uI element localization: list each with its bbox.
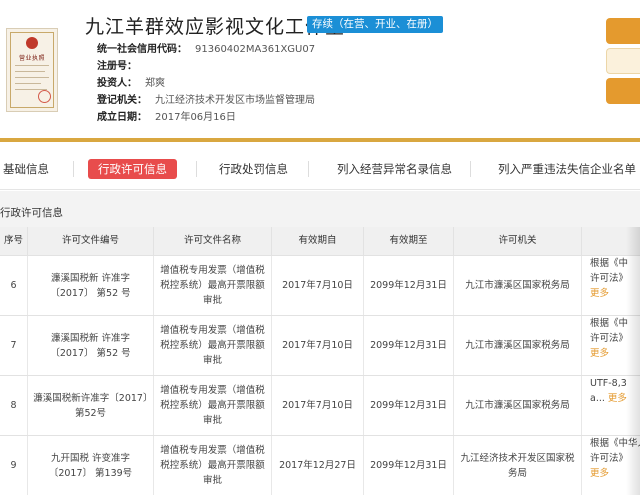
cell-no: 8	[0, 376, 28, 435]
col-header-to: 有效期至	[364, 227, 454, 255]
status-badge: 存续（在营、开业、在册）	[307, 16, 443, 33]
cell-no: 6	[0, 256, 28, 315]
cell-name: 增值税专用发票（增值税税控系统）最高开票限额审批	[154, 256, 272, 315]
cell-from: 2017年7月10日	[272, 316, 364, 375]
cell-to: 2099年12月31日	[364, 256, 454, 315]
cell-no: 9	[0, 436, 28, 495]
header-divider	[0, 138, 640, 142]
info-reg-number: 注册号：	[97, 61, 137, 72]
col-header-authority: 许可机关	[454, 227, 582, 255]
tab-admin-license[interactable]: 行政许可信息	[88, 159, 177, 179]
cell-to: 2099年12月31日	[364, 376, 454, 435]
col-header-code: 许可文件编号	[28, 227, 154, 255]
table-row: 6 濂溪国税新 许准字 〔2017〕 第52 号 增值税专用发票（增值税税控系统…	[0, 255, 640, 315]
cell-from: 2017年7月10日	[272, 376, 364, 435]
cell-code: 濂溪国税新 许准字 〔2017〕 第52 号	[28, 256, 154, 315]
more-link[interactable]: 更多	[590, 346, 609, 361]
business-license-thumbnail[interactable]: 营业执照	[6, 28, 58, 112]
tab-divider	[470, 161, 471, 177]
cell-authority: 九江经济技术开发区国家税务局	[454, 436, 582, 495]
tab-admin-penalty[interactable]: 行政处罚信息	[219, 159, 288, 179]
horizontal-scroll-shadow	[626, 227, 640, 495]
cell-authority: 九江市濂溪区国家税务局	[454, 376, 582, 435]
cell-no: 7	[0, 316, 28, 375]
company-name: 九江羊群效应影视文化工作室	[85, 16, 346, 38]
company-header: 营业执照 九江羊群效应影视文化工作室 存续（在营、开业、在册） 统一社会信用代码…	[0, 0, 640, 142]
side-action-button-3[interactable]	[606, 78, 640, 104]
more-link[interactable]: 更多	[590, 286, 609, 301]
info-credit-code: 统一社会信用代码： 91360402MA361XGU07	[97, 44, 316, 55]
cell-authority: 九江市濂溪区国家税务局	[454, 256, 582, 315]
tab-bar: 基础信息 行政许可信息 行政处罚信息 列入经营异常名录信息 列入严重违法失信企业…	[0, 148, 640, 190]
cell-name: 增值税专用发票（增值税税控系统）最高开票限额审批	[154, 316, 272, 375]
col-header-no: 序号	[0, 227, 28, 255]
cell-name: 增值税专用发票（增值税税控系统）最高开票限额审批	[154, 376, 272, 435]
cell-to: 2099年12月31日	[364, 436, 454, 495]
cell-code: 九开国税 许变准字 〔2017〕 第139号	[28, 436, 154, 495]
col-header-name: 许可文件名称	[154, 227, 272, 255]
cell-to: 2099年12月31日	[364, 316, 454, 375]
more-link[interactable]: 更多	[590, 466, 609, 481]
tab-divider	[308, 161, 309, 177]
national-emblem-icon	[26, 37, 38, 49]
side-action-button-1[interactable]	[606, 18, 640, 44]
table-header-row: 序号 许可文件编号 许可文件名称 有效期自 有效期至 许可机关	[0, 227, 640, 255]
table-row: 7 濂溪国税新 许准字 〔2017〕 第52 号 增值税专用发票（增值税税控系统…	[0, 315, 640, 375]
cell-authority: 九江市濂溪区国家税务局	[454, 316, 582, 375]
tab-divider	[196, 161, 197, 177]
table-row: 9 九开国税 许变准字 〔2017〕 第139号 增值税专用发票（增值税税控系统…	[0, 435, 640, 495]
tab-serious-violation[interactable]: 列入严重违法失信企业名单（	[498, 159, 640, 179]
section-title: 行政许可信息	[0, 207, 63, 219]
col-header-from: 有效期自	[272, 227, 364, 255]
table-row: 8 濂溪国税新许准字〔2017〕第52号 增值税专用发票（增值税税控系统）最高开…	[0, 375, 640, 435]
info-investor: 投资人： 郑爽	[97, 78, 165, 89]
tab-abnormal-list[interactable]: 列入经营异常名录信息	[337, 159, 452, 179]
more-link[interactable]: 更多	[608, 393, 627, 404]
cell-name: 增值税专用发票（增值税税控系统）最高开票限额审批	[154, 436, 272, 495]
side-action-button-2[interactable]	[606, 48, 640, 74]
cell-from: 2017年7月10日	[272, 256, 364, 315]
info-registration-authority: 登记机关： 九江经济技术开发区市场监督管理局	[97, 95, 315, 106]
cell-code: 濂溪国税新 许准字 〔2017〕 第52 号	[28, 316, 154, 375]
license-title: 营业执照	[18, 55, 45, 62]
official-seal-icon	[38, 90, 51, 103]
tab-basic-info[interactable]: 基础信息	[3, 159, 49, 179]
info-founded-date: 成立日期： 2017年06月16日	[97, 112, 236, 123]
cell-code: 濂溪国税新许准字〔2017〕第52号	[28, 376, 154, 435]
tab-divider	[73, 161, 74, 177]
cell-from: 2017年12月27日	[272, 436, 364, 495]
